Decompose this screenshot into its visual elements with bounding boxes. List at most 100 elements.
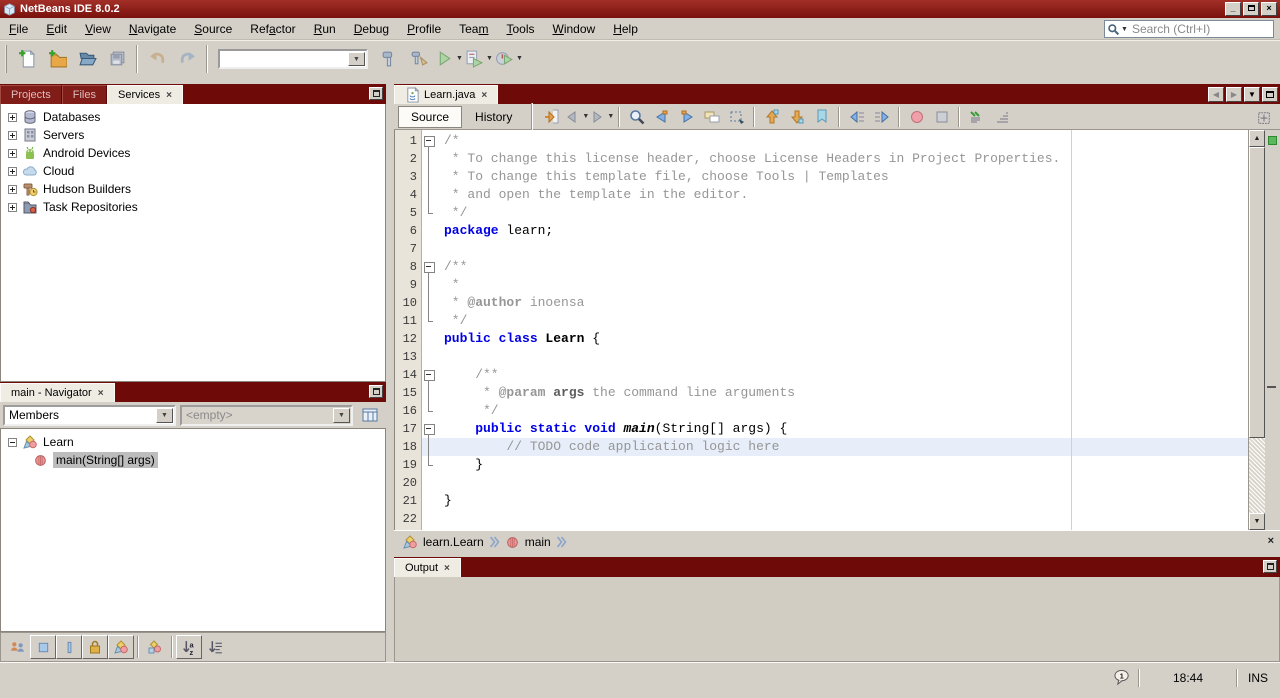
uncomment-button[interactable] — [989, 106, 1014, 128]
menu-view[interactable]: View — [76, 19, 120, 39]
filter-inherited-button[interactable] — [4, 635, 30, 659]
debug-button[interactable]: ▼ — [464, 44, 494, 74]
filter-static-button[interactable] — [108, 635, 134, 659]
dropdown-arrow-icon[interactable]: ▼ — [486, 55, 493, 62]
restore-button[interactable] — [1243, 2, 1259, 16]
open-project-button[interactable] — [72, 44, 102, 74]
scrollbar-track[interactable] — [1249, 438, 1265, 513]
minimize-button[interactable]: _ — [1225, 2, 1241, 16]
dropdown-arrow-icon[interactable]: ▼ — [607, 113, 614, 120]
code-line-5[interactable]: */ — [422, 204, 1248, 222]
code-line-11[interactable]: */ — [422, 312, 1248, 330]
scroll-up-arrow-icon[interactable]: ▲ — [1249, 130, 1265, 147]
code-line-13[interactable] — [422, 348, 1248, 366]
code-line-1[interactable]: /* — [422, 132, 1248, 150]
dropdown-arrow-icon[interactable]: ▼ — [456, 55, 463, 62]
breadcrumb-item[interactable]: learn.Learn — [423, 535, 484, 549]
view-source-button[interactable]: Source — [398, 106, 462, 128]
rect-select-button[interactable] — [724, 106, 749, 128]
menu-source[interactable]: Source — [185, 19, 241, 39]
highlight-matches-button[interactable] — [699, 106, 724, 128]
code-line-21[interactable]: } — [422, 492, 1248, 510]
navigator-method-node[interactable]: main(String[] args) — [1, 451, 385, 469]
scroll-down-arrow-icon[interactable]: ▼ — [1249, 513, 1265, 530]
navigator-columns-button[interactable] — [357, 404, 383, 426]
find-prev-button[interactable] — [649, 106, 674, 128]
breadcrumb-item[interactable]: main — [525, 535, 551, 549]
run-button[interactable]: ▼ — [434, 44, 464, 74]
code-line-4[interactable]: * and open the template in the editor. — [422, 186, 1248, 204]
expand-icon[interactable] — [8, 113, 17, 122]
close-tab-icon[interactable]: × — [444, 563, 450, 574]
find-next-button[interactable] — [674, 106, 699, 128]
code-line-2[interactable]: * To change this license header, choose … — [422, 150, 1248, 168]
menu-run[interactable]: Run — [305, 19, 345, 39]
profile-button[interactable]: ▼ — [494, 44, 524, 74]
code-line-22[interactable] — [422, 510, 1248, 528]
code-line-20[interactable] — [422, 474, 1248, 492]
menu-tools[interactable]: Tools — [497, 19, 543, 39]
search-input[interactable]: ▼ Search (Ctrl+I) — [1104, 20, 1274, 38]
tab-learn-java[interactable]: Learn.java× — [394, 85, 498, 104]
nav-fwd-button[interactable]: ▼ — [589, 106, 614, 128]
code-line-15[interactable]: * @param args the command line arguments — [422, 384, 1248, 402]
minimize-panel-button[interactable] — [369, 87, 383, 100]
redo-button[interactable] — [172, 44, 202, 74]
toolbar-grip[interactable] — [5, 45, 9, 73]
combo-arrow-icon[interactable]: ▼ — [348, 52, 365, 66]
tree-item-android-devices[interactable]: Android Devices — [1, 144, 385, 162]
close-breadcrumb-icon[interactable]: × — [1268, 535, 1274, 547]
filter-inner-button[interactable] — [142, 635, 168, 659]
undo-button[interactable] — [142, 44, 172, 74]
navigator-combo-1[interactable]: <empty>▼ — [180, 405, 353, 426]
code-line-7[interactable] — [422, 240, 1248, 258]
minimize-panel-button[interactable] — [1263, 560, 1277, 573]
bm-next-button[interactable] — [784, 106, 809, 128]
code-area[interactable]: /* * To change this license header, choo… — [422, 130, 1248, 530]
bm-toggle-button[interactable] — [809, 106, 834, 128]
navigator-class-node[interactable]: Learn — [1, 433, 385, 451]
menu-file[interactable]: File — [0, 19, 37, 39]
combo-arrow-icon[interactable]: ▼ — [156, 408, 173, 423]
tab-list-dropdown-icon[interactable]: ▼ — [1244, 87, 1260, 102]
code-line-18[interactable]: // TODO code application logic here — [422, 438, 1248, 456]
close-tab-icon[interactable]: × — [481, 90, 487, 101]
fold-collapse-icon[interactable] — [422, 258, 438, 276]
menu-help[interactable]: Help — [604, 19, 647, 39]
close-tab-icon[interactable]: × — [166, 90, 172, 101]
collapse-icon[interactable] — [8, 438, 17, 447]
shift-left-button[interactable] — [844, 106, 869, 128]
menu-edit[interactable]: Edit — [37, 19, 76, 39]
code-line-8[interactable]: /** — [422, 258, 1248, 276]
close-tab-icon[interactable]: × — [98, 388, 104, 399]
tree-item-cloud[interactable]: Cloud — [1, 162, 385, 180]
dropdown-arrow-icon[interactable]: ▼ — [582, 113, 589, 120]
code-editor[interactable]: 12345678910111213141516171819202122 /* *… — [394, 130, 1280, 530]
code-line-16[interactable]: */ — [422, 402, 1248, 420]
new-project-button[interactable] — [42, 44, 72, 74]
save-all-button[interactable] — [102, 44, 132, 74]
code-line-17[interactable]: public static void main(String[] args) { — [422, 420, 1248, 438]
navigator-combo-0[interactable]: Members▼ — [3, 405, 176, 426]
scroll-tabs-left-icon[interactable]: ◀ — [1208, 87, 1224, 102]
view-history-button[interactable]: History — [462, 106, 525, 128]
search-dropdown-icon[interactable]: ▼ — [1121, 26, 1128, 33]
code-line-10[interactable]: * @author inoensa — [422, 294, 1248, 312]
menu-navigate[interactable]: Navigate — [120, 19, 185, 39]
config-combo[interactable]: ▼ — [218, 49, 368, 69]
new-file-button[interactable] — [12, 44, 42, 74]
build-button[interactable] — [374, 44, 404, 74]
expand-icon[interactable] — [8, 149, 17, 158]
split-window-button[interactable] — [1251, 107, 1276, 129]
menu-profile[interactable]: Profile — [398, 19, 450, 39]
maximize-window-icon[interactable] — [1262, 87, 1278, 102]
menu-window[interactable]: Window — [544, 19, 605, 39]
title-bar[interactable]: NetBeans IDE 8.0.2 _ × — [0, 0, 1280, 18]
comment-button[interactable] — [964, 106, 989, 128]
expand-icon[interactable] — [8, 131, 17, 140]
caret-stripe-mark[interactable] — [1267, 386, 1276, 388]
clean-build-button[interactable] — [404, 44, 434, 74]
tree-item-servers[interactable]: Servers — [1, 126, 385, 144]
expand-icon[interactable] — [8, 167, 17, 176]
record-macro-button[interactable] — [904, 106, 929, 128]
